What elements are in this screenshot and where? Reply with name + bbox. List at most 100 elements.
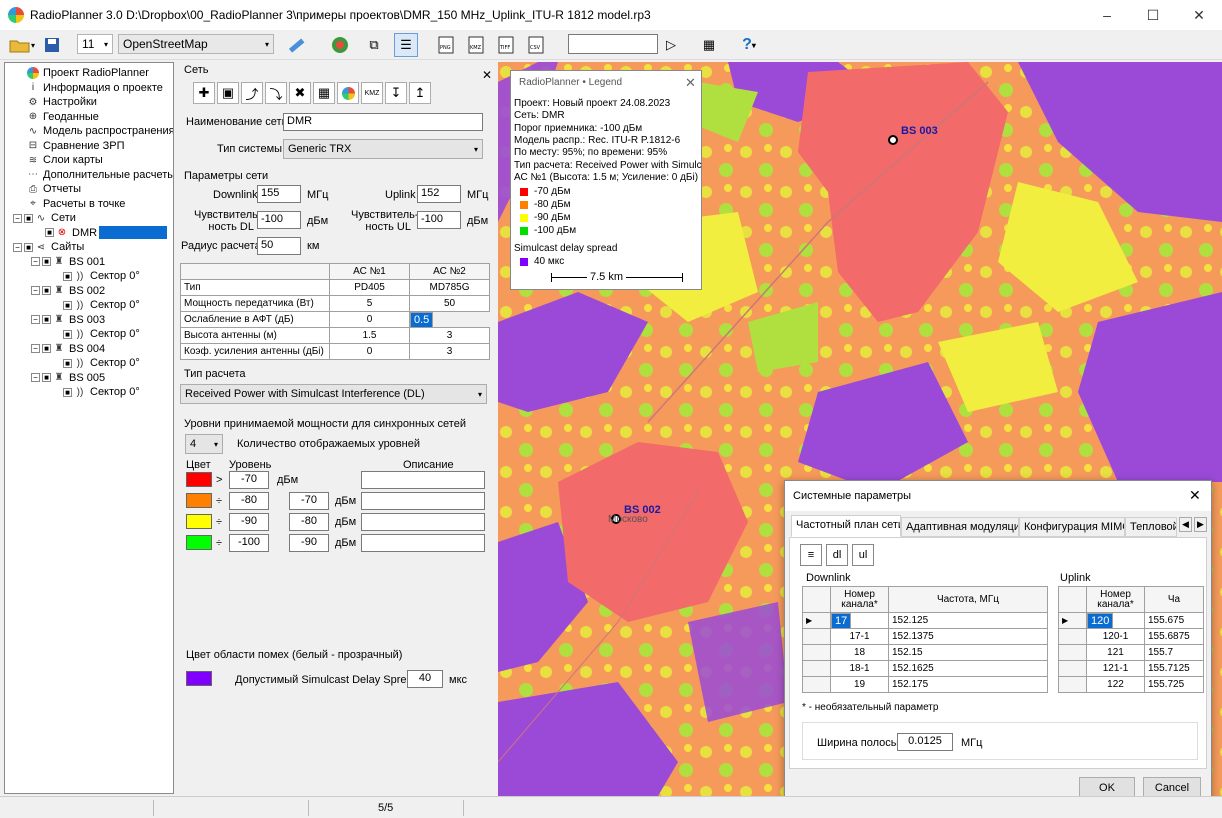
tree-sites[interactable]: − ■ ⋖ Сайты (13, 240, 84, 254)
level-description-input[interactable] (361, 534, 485, 552)
align-icon[interactable]: ≡ (800, 544, 822, 566)
checkbox-icon[interactable]: ■ (42, 257, 51, 266)
collapse-icon[interactable]: − (31, 315, 40, 324)
maximize-button[interactable]: ☐ (1130, 0, 1176, 30)
tree-networks[interactable]: − ■ ∿ Сети (13, 211, 76, 225)
dialog-tab[interactable]: Адаптивная модуляция (901, 517, 1019, 537)
table-cell[interactable]: PD405 (329, 279, 410, 296)
level-color-swatch[interactable] (186, 514, 212, 529)
calculate-icon[interactable] (328, 33, 352, 57)
tree-item[interactable]: Проект RadioPlanner (27, 66, 149, 80)
export-icon[interactable]: ↥ (409, 82, 431, 104)
tree-item[interactable]: ⋯ Дополнительные расчеты (27, 168, 173, 182)
panel-close-button[interactable]: ✕ (482, 68, 492, 82)
tree-site[interactable]: − ■ ♜ BS 002 (31, 284, 105, 298)
level-to-input[interactable]: -90 (289, 534, 329, 552)
level-description-input[interactable] (361, 513, 485, 531)
table-cell[interactable]: 152.175 (888, 676, 1048, 693)
search-input[interactable] (568, 34, 658, 54)
save-icon[interactable] (40, 33, 64, 57)
kmz-icon[interactable]: KMZ (361, 82, 383, 104)
row-selector[interactable]: ▶ (1058, 612, 1087, 629)
tab-scroll-left-icon[interactable]: ◀ (1179, 517, 1192, 532)
level-description-input[interactable] (361, 492, 485, 510)
checkbox-icon[interactable]: ■ (63, 271, 72, 281)
level-to-input[interactable]: -70 (289, 492, 329, 510)
table-cell[interactable]: 120-1 (1086, 628, 1145, 645)
site-marker-bs003[interactable] (888, 135, 898, 145)
select-icon[interactable]: ▣ (217, 82, 239, 104)
import-icon[interactable]: ↧ (385, 82, 407, 104)
row-selector[interactable] (1058, 660, 1087, 677)
row-selector[interactable]: ▶ (802, 612, 831, 629)
row-selector[interactable] (1058, 644, 1087, 661)
table-row[interactable]: 121-1 155.7125 (1058, 660, 1204, 677)
level-from-input[interactable]: -90 (229, 513, 269, 531)
uplink-input[interactable]: 152 (417, 185, 461, 203)
table-row[interactable]: 17-1 152.1375 (802, 628, 1048, 645)
system-type-select[interactable]: Generic TRX ▾ (283, 139, 483, 159)
row-selector[interactable] (802, 644, 831, 661)
legend-close-icon[interactable]: ✕ (685, 75, 696, 91)
tree-sector[interactable]: ■)) Сектор 0° (63, 269, 140, 283)
down-arrow-icon[interactable]: ⤵ (265, 82, 287, 104)
export-csv-icon[interactable]: CSV (524, 33, 548, 57)
checkbox-icon[interactable]: ■ (45, 228, 54, 237)
level-color-swatch[interactable] (186, 472, 212, 487)
checkbox-icon[interactable]: ■ (63, 300, 72, 310)
collapse-icon[interactable]: − (31, 286, 40, 295)
tree-sector[interactable]: ■)) Сектор 0° (63, 385, 140, 399)
delete-icon[interactable]: ✖ (289, 82, 311, 104)
table-row[interactable]: ▶ 17 152.125 (802, 612, 1048, 629)
level-to-input[interactable]: -80 (289, 513, 329, 531)
table-row[interactable]: 122 155.725 (1058, 676, 1204, 693)
bandwidth-input[interactable]: 0.0125 (897, 733, 953, 751)
tree-item[interactable]: ⚙ Настройки (27, 95, 97, 109)
downlink-table[interactable]: Номер канала* Частота, МГц ▶ 17 152.125 17-1 1… (802, 586, 1048, 693)
row-selector[interactable] (1058, 676, 1087, 693)
tree-item[interactable]: ⊟ Сравнение ЗРП (27, 139, 125, 153)
calculator-icon[interactable]: ▦ (698, 33, 720, 57)
tree-sector[interactable]: ■)) Сектор 0° (63, 327, 140, 341)
checkbox-icon[interactable]: ■ (42, 373, 51, 382)
table-cell[interactable]: 152.125 (888, 612, 1048, 629)
table-row[interactable]: 18 152.15 (802, 644, 1048, 661)
table-cell[interactable]: 17-1 (830, 628, 889, 645)
checkbox-icon[interactable]: ■ (24, 242, 33, 252)
tree-item[interactable]: ∿ Модель распространения (27, 124, 173, 138)
tree-site[interactable]: − ■ ♜ BS 005 (31, 371, 105, 385)
net-name-input[interactable]: DMR (283, 113, 483, 131)
table-cell[interactable]: 155.7125 (1144, 660, 1204, 677)
table-cell[interactable]: 18 (830, 644, 889, 661)
table-cell[interactable]: MD785G (409, 279, 490, 296)
delay-input[interactable]: 40 (407, 670, 443, 688)
collapse-icon[interactable]: − (13, 213, 22, 223)
minimize-button[interactable]: – (1084, 0, 1130, 30)
table-row[interactable]: 19 152.175 (802, 676, 1048, 693)
table-cell[interactable]: 155.725 (1144, 676, 1204, 693)
collapse-icon[interactable]: − (31, 257, 40, 266)
table-cell[interactable]: 121 (1086, 644, 1145, 661)
tree-item[interactable]: i Информация о проекте (27, 81, 163, 95)
tree-sector[interactable]: ■)) Сектор 0° (63, 356, 140, 370)
table-cell[interactable]: 0 (329, 343, 410, 360)
sens-dl-input[interactable]: -100 (257, 211, 301, 229)
list-icon[interactable]: ☰ (394, 33, 418, 57)
checkbox-icon[interactable]: ■ (24, 213, 33, 223)
table-cell[interactable]: 155.675 (1144, 612, 1204, 629)
dialog-tab[interactable]: Тепловой (1125, 517, 1177, 537)
table-cell[interactable]: 152.1625 (888, 660, 1048, 677)
table-row[interactable]: 120-1 155.6875 (1058, 628, 1204, 645)
table-cell[interactable]: 5 (329, 295, 410, 312)
row-selector[interactable] (802, 676, 831, 693)
dialog-tab[interactable]: Частотный план сети (791, 515, 901, 537)
level-description-input[interactable] (361, 471, 485, 489)
dl-button[interactable]: dl (826, 544, 848, 566)
table-icon[interactable]: ▦ (313, 82, 335, 104)
dialog-close-icon[interactable]: ✕ (1189, 487, 1201, 504)
export-tiff-icon[interactable]: TIFF (494, 33, 518, 57)
table-cell[interactable]: 152.1375 (888, 628, 1048, 645)
table-row[interactable]: 18-1 152.1625 (802, 660, 1048, 677)
up-arrow-icon[interactable]: ⤴ (241, 82, 263, 104)
calc-type-select[interactable]: Received Power with Simulcast Interferen… (180, 384, 487, 404)
